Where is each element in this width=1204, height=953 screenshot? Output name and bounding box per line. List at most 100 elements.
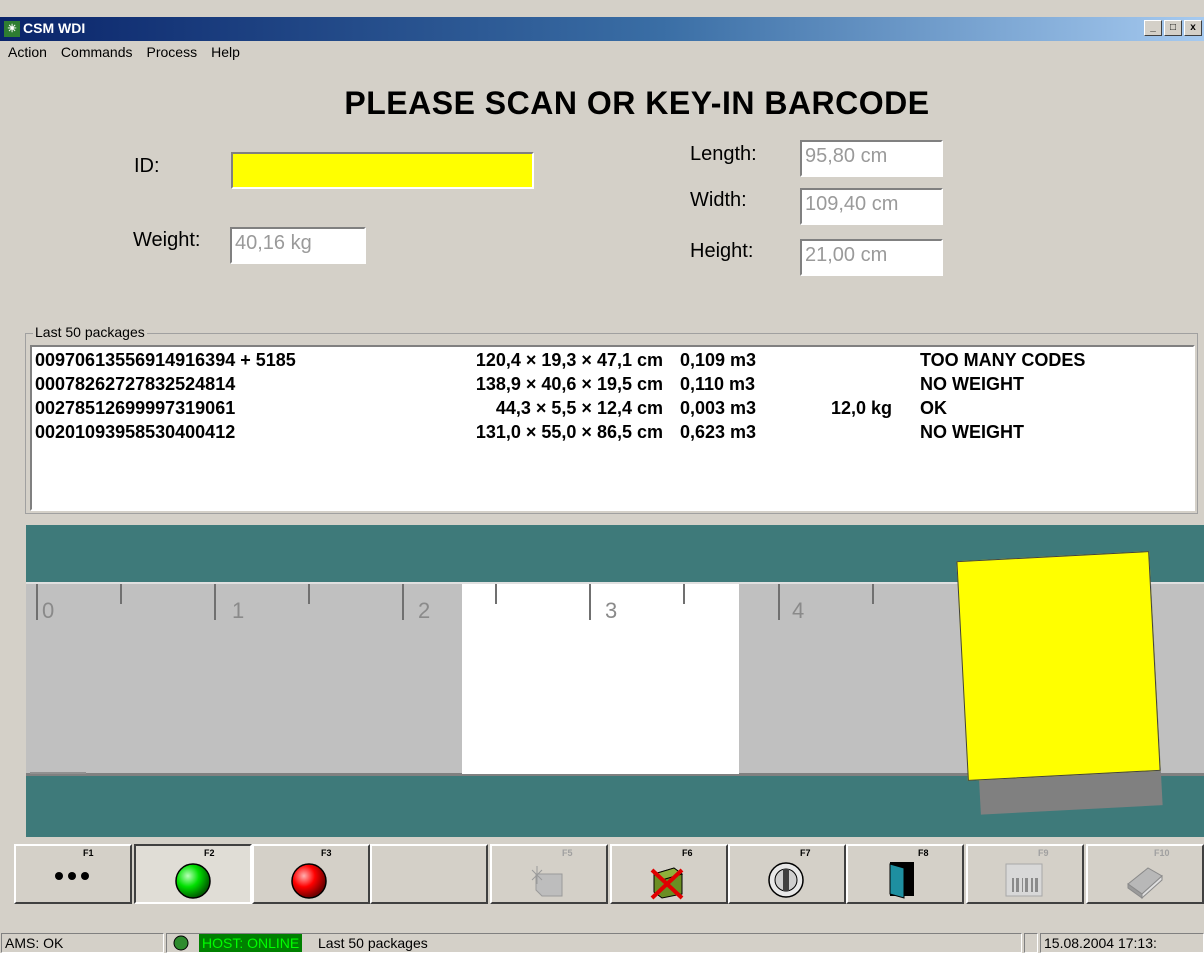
green-light-icon	[175, 863, 211, 899]
weight-label: Weight:	[133, 229, 201, 251]
f6-label: F6	[682, 848, 693, 858]
id-label: ID:	[134, 155, 160, 177]
status-message: Last 50 packages	[318, 935, 428, 951]
f10-label: F10	[1154, 848, 1170, 858]
minimize-button[interactable]: _	[1144, 20, 1162, 36]
package-code: 00278512699997319061	[35, 398, 236, 418]
list-item[interactable]: 00970613556914916394 + 5185 120,4 × 19,3…	[32, 350, 1193, 374]
f2-button[interactable]: F2	[134, 844, 252, 904]
package-volume: 0,623 m3	[680, 422, 757, 442]
package-status: NO WEIGHT	[920, 374, 1024, 394]
list-item[interactable]: 00278512699997319061 44,3 × 5,5 × 12,4 c…	[32, 398, 1193, 422]
close-button[interactable]: x	[1184, 20, 1202, 36]
package-status: OK	[920, 398, 947, 418]
width-label: Width:	[690, 189, 747, 211]
f7-button[interactable]: F7	[728, 844, 846, 904]
host-status-badge: HOST: ONLINE	[199, 934, 303, 952]
package-status: NO WEIGHT	[920, 422, 1024, 442]
menu-bar: Action Commands Process Help	[0, 41, 1204, 63]
package-code: 00201093958530400412	[35, 422, 236, 442]
package-box	[956, 551, 1161, 781]
weight-field[interactable]: 40,16 kg	[230, 227, 366, 264]
manual-book-icon	[1127, 867, 1163, 900]
length-label: Length:	[690, 143, 757, 165]
scale-tick	[402, 584, 404, 620]
scale-tick	[36, 584, 38, 620]
status-light-icon	[173, 935, 189, 951]
window-title: CSM WDI	[23, 20, 86, 36]
maximize-button[interactable]: □	[1164, 20, 1182, 36]
package-dims: 120,4 × 19,3 × 47,1 cm	[475, 350, 663, 370]
scale-tick	[495, 584, 497, 604]
list-item[interactable]: 00078262727832524814 138,9 × 40,6 × 19,5…	[32, 374, 1193, 398]
scan-package-icon	[531, 866, 563, 897]
f9-label: F9	[1038, 848, 1049, 858]
height-label: Height:	[690, 240, 754, 262]
ams-status: AMS: OK	[1, 933, 164, 953]
scale-tick	[872, 584, 874, 604]
scale-tick	[214, 584, 216, 620]
status-spacer	[1024, 933, 1038, 953]
f1-button[interactable]: F1	[14, 844, 132, 904]
barcode-icon	[1005, 863, 1043, 897]
f9-button[interactable]: F9	[966, 844, 1084, 904]
scale-tick	[683, 584, 685, 604]
exit-door-icon	[889, 862, 914, 899]
f3-button[interactable]: F3	[252, 844, 370, 904]
f3-label: F3	[321, 848, 332, 858]
more-dots-icon	[55, 872, 89, 880]
f5-button[interactable]: F5	[490, 844, 608, 904]
menu-process[interactable]: Process	[147, 41, 198, 63]
f7-label: F7	[800, 848, 811, 858]
scale-label: 0	[42, 598, 55, 623]
package-volume: 0,109 m3	[680, 350, 757, 370]
scale-label: 1	[232, 598, 245, 623]
red-light-icon	[291, 863, 327, 899]
package-status: TOO MANY CODES	[920, 350, 1086, 370]
height-field[interactable]: 21,00 cm	[800, 239, 943, 276]
function-toolbar: F1 F2 F3 F5 F6 F7 F8 F9 F10	[14, 844, 1204, 906]
host-status-pane: HOST: ONLINE Last 50 packages	[166, 933, 1022, 953]
f8-button[interactable]: F8	[846, 844, 964, 904]
scale-tick	[778, 584, 780, 620]
datetime-status: 15.08.2004 17:13:	[1040, 933, 1204, 953]
package-dims: 44,3 × 5,5 × 12,4 cm	[495, 398, 663, 418]
menu-commands[interactable]: Commands	[61, 41, 133, 63]
scale-tick	[120, 584, 122, 604]
scale-tick	[308, 584, 310, 604]
scale-label: 2	[418, 598, 431, 623]
f10-button[interactable]: F10	[1086, 844, 1204, 904]
scale-label: 4	[792, 598, 805, 623]
menu-action[interactable]: Action	[8, 41, 47, 63]
id-input[interactable]	[231, 152, 534, 189]
app-icon: ☀	[4, 21, 20, 37]
f4-button[interactable]	[370, 844, 488, 904]
status-bar: AMS: OK HOST: ONLINE Last 50 packages 15…	[0, 930, 1204, 953]
package-weight: 12,0 kg	[830, 398, 892, 418]
page-title: PLEASE SCAN OR KEY-IN BARCODE	[344, 85, 930, 121]
f6-button[interactable]: F6	[610, 844, 728, 904]
package-dims: 138,9 × 40,6 × 19,5 cm	[475, 374, 663, 394]
package-code: 00078262727832524814	[35, 374, 236, 394]
packages-group-label: Last 50 packages	[33, 324, 147, 340]
scale-label: 3	[605, 598, 618, 623]
package-volume: 0,003 m3	[680, 398, 757, 418]
delete-package-icon	[650, 867, 684, 900]
f8-label: F8	[918, 848, 929, 858]
package-code: 00970613556914916394 + 5185	[35, 350, 296, 370]
length-field[interactable]: 95,80 cm	[800, 140, 943, 177]
packages-list[interactable]: 00970613556914916394 + 5185 120,4 × 19,3…	[30, 345, 1195, 511]
f1-label: F1	[83, 848, 94, 858]
scan-zone: 3	[462, 584, 739, 774]
f2-label: F2	[204, 848, 215, 858]
scale-tick	[589, 584, 591, 620]
title-bar: ☀ CSM WDI _ □ x	[0, 17, 1204, 41]
package-dims: 131,0 × 55,0 × 86,5 cm	[475, 422, 663, 442]
dial-icon	[768, 862, 804, 898]
list-item[interactable]: 00201093958530400412 131,0 × 55,0 × 86,5…	[32, 422, 1193, 446]
width-field[interactable]: 109,40 cm	[800, 188, 943, 225]
f5-label: F5	[562, 848, 573, 858]
package-volume: 0,110 m3	[680, 374, 756, 394]
belt-edge	[30, 772, 86, 774]
menu-help[interactable]: Help	[211, 41, 240, 63]
